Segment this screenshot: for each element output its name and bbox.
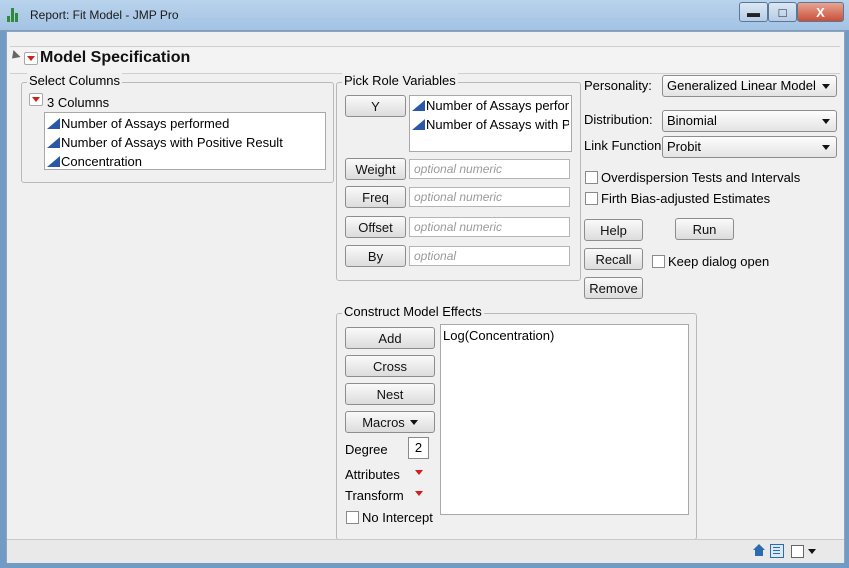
attributes-menu-icon[interactable] <box>413 468 425 478</box>
keep-dialog-open-label: Keep dialog open <box>668 254 770 269</box>
link-function-select[interactable]: Probit <box>662 136 837 158</box>
by-field[interactable]: optional <box>409 246 570 266</box>
close-button[interactable]: X <box>797 2 844 22</box>
overdispersion-checkbox[interactable] <box>585 171 598 184</box>
weight-role-button[interactable]: Weight <box>345 158 406 180</box>
list-item[interactable]: Number of Assays performed <box>412 98 569 113</box>
overdispersion-label: Overdispersion Tests and Intervals <box>601 170 801 185</box>
column-count-label: 3 Columns <box>47 95 110 110</box>
recall-button[interactable]: Recall <box>584 248 643 270</box>
continuous-column-icon <box>47 137 60 148</box>
section-title: Model Specification <box>40 49 191 66</box>
window-list-icon[interactable] <box>770 544 784 558</box>
window-title: Report: Fit Model - JMP Pro <box>30 8 179 22</box>
minimize-button[interactable]: ▬ <box>739 2 768 22</box>
layout-toggle-icon[interactable] <box>791 545 804 558</box>
macros-button[interactable]: Macros <box>345 411 435 433</box>
model-effects-list[interactable]: Log(Concentration) <box>440 324 689 515</box>
offset-field[interactable]: optional numeric <box>409 217 570 237</box>
y-role-button[interactable]: Y <box>345 95 406 117</box>
list-item[interactable]: Number of Assays with Positive Result <box>412 117 569 132</box>
freq-role-button[interactable]: Freq <box>345 186 406 208</box>
weight-field[interactable]: optional numeric <box>409 159 570 179</box>
continuous-column-icon <box>412 100 425 111</box>
continuous-column-icon <box>47 118 60 129</box>
select-columns-legend: Select Columns <box>27 73 123 88</box>
no-intercept-checkbox[interactable] <box>346 511 359 524</box>
distribution-select[interactable]: Binomial <box>662 110 837 132</box>
firth-checkbox[interactable] <box>585 192 598 205</box>
list-item[interactable]: Concentration <box>47 154 142 169</box>
red-triangle-menu-icon[interactable] <box>24 52 38 65</box>
list-item[interactable]: Number of Assays performed <box>47 116 229 131</box>
attributes-label: Attributes <box>345 467 400 482</box>
distribution-label: Distribution: <box>584 112 653 127</box>
columns-list[interactable]: Number of Assays performed Number of Ass… <box>44 112 326 170</box>
run-button[interactable]: Run <box>675 218 734 240</box>
continuous-column-icon <box>47 156 60 167</box>
no-intercept-label: No Intercept <box>362 510 433 525</box>
maximize-button[interactable]: □ <box>768 2 797 22</box>
jmp-app-icon <box>7 8 19 22</box>
transform-label: Transform <box>345 488 404 503</box>
cross-button[interactable]: Cross <box>345 355 435 377</box>
chevron-down-icon[interactable] <box>808 549 816 554</box>
transform-menu-icon[interactable] <box>413 489 425 499</box>
freq-field[interactable]: optional numeric <box>409 187 570 207</box>
remove-button[interactable]: Remove <box>584 277 643 299</box>
personality-select[interactable]: Generalized Linear Model <box>662 75 837 97</box>
by-role-button[interactable]: By <box>345 245 406 267</box>
offset-role-button[interactable]: Offset <box>345 216 406 238</box>
report-client-area: Model Specification Select Columns 3 Col… <box>6 31 845 563</box>
degree-input[interactable]: 2 <box>408 437 429 459</box>
columns-menu-icon[interactable] <box>29 93 43 106</box>
degree-label: Degree <box>345 442 388 457</box>
chevron-down-icon <box>822 145 830 150</box>
home-icon[interactable] <box>753 544 766 557</box>
firth-label: Firth Bias-adjusted Estimates <box>601 191 771 206</box>
nest-button[interactable]: Nest <box>345 383 435 405</box>
y-role-list[interactable]: Number of Assays performed Number of Ass… <box>409 95 572 152</box>
personality-label: Personality: <box>584 78 652 93</box>
list-item[interactable]: Log(Concentration) <box>443 328 554 343</box>
help-button[interactable]: Help <box>584 219 643 241</box>
add-effect-button[interactable]: Add <box>345 327 435 349</box>
keep-dialog-open-checkbox[interactable] <box>652 255 665 268</box>
chevron-down-icon <box>822 84 830 89</box>
status-bar <box>7 539 844 563</box>
construct-effects-legend: Construct Model Effects <box>342 304 484 319</box>
continuous-column-icon <box>412 119 425 130</box>
list-item[interactable]: Number of Assays with Positive Result <box>47 135 283 150</box>
pick-role-legend: Pick Role Variables <box>342 73 458 88</box>
chevron-down-icon <box>822 119 830 124</box>
title-bar: Report: Fit Model - JMP Pro ▬ □ X <box>0 0 849 31</box>
link-function-label: Link Function <box>584 138 662 153</box>
chevron-down-icon <box>409 419 418 425</box>
